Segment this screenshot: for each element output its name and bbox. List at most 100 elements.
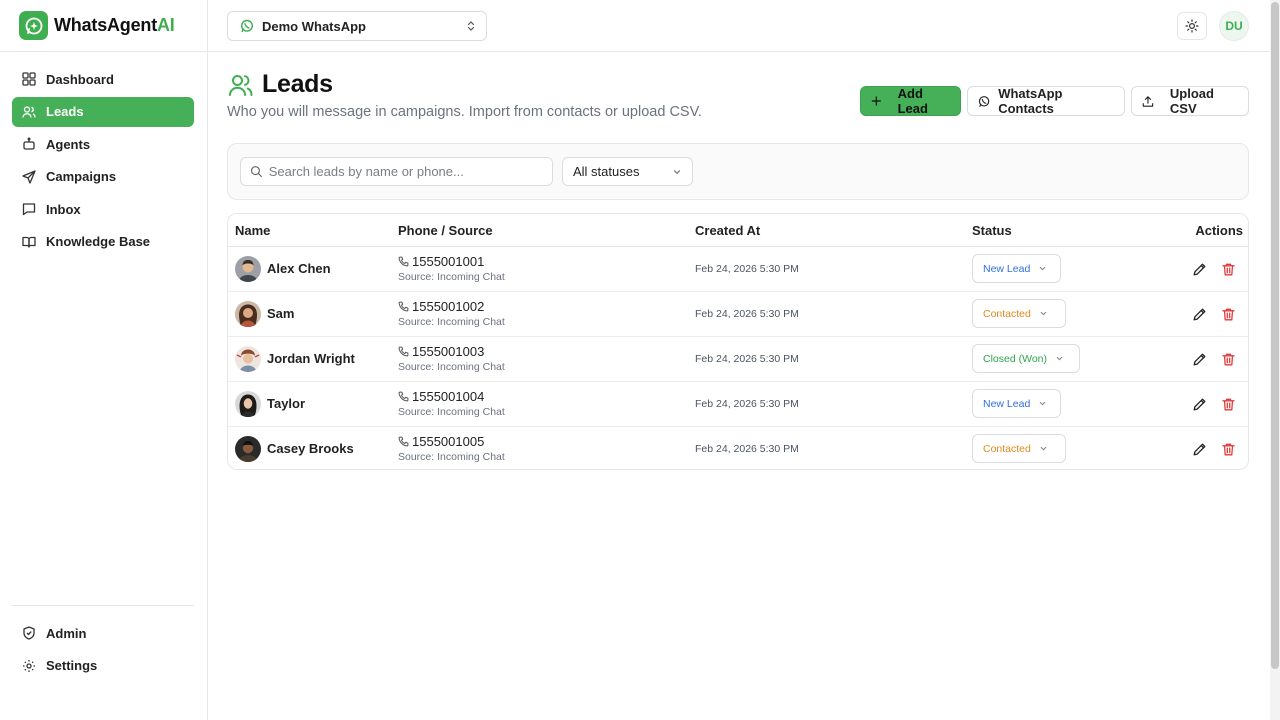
lead-status-select[interactable]: New Lead — [972, 389, 1061, 418]
book-icon — [22, 236, 36, 248]
whatsapp-contacts-button[interactable]: WhatsApp Contacts — [967, 86, 1125, 116]
workspace-select[interactable]: Demo WhatsApp — [227, 11, 487, 41]
chevron-down-icon — [1039, 401, 1046, 406]
upload-icon — [1142, 95, 1154, 107]
brand[interactable]: WhatsAgentAI — [19, 11, 175, 40]
sidebar-bottom-nav: Admin Settings — [12, 618, 194, 683]
lead-name[interactable]: Jordan Wright — [267, 351, 355, 366]
search-field[interactable] — [240, 157, 553, 186]
page-header: Leads — [228, 70, 333, 99]
sidebar: WhatsAgentAI Dashboard Leads Agents Camp… — [0, 0, 208, 720]
delete-icon[interactable] — [1221, 397, 1236, 412]
sidebar-item-agents[interactable]: Agents — [12, 129, 194, 159]
dashboard-icon — [22, 72, 36, 86]
sidebar-item-label: Settings — [46, 658, 98, 673]
sidebar-item-admin[interactable]: Admin — [12, 618, 194, 648]
bot-icon — [23, 137, 35, 150]
lead-source: Source: Incoming Chat — [398, 406, 505, 418]
chevron-down-icon — [1056, 356, 1063, 361]
chevron-down-icon — [673, 169, 681, 174]
lead-phone-number: 1555001001 — [412, 254, 485, 269]
delete-icon[interactable] — [1221, 352, 1236, 367]
theme-toggle-button[interactable] — [1177, 12, 1207, 40]
upload-csv-label: Upload CSV — [1169, 86, 1214, 116]
delete-icon[interactable] — [1221, 262, 1236, 277]
table-row[interactable]: Taylor 1555001004 Source: Incoming Chat … — [228, 382, 1248, 427]
lead-phone-number: 1555001004 — [412, 389, 485, 404]
lead-name[interactable]: Alex Chen — [267, 261, 331, 276]
sidebar-nav: Dashboard Leads Agents Campaigns Inbox K… — [12, 64, 194, 259]
edit-icon[interactable] — [1192, 307, 1207, 322]
table-row[interactable]: Sam 1555001002 Source: Incoming Chat Feb… — [228, 292, 1248, 337]
sidebar-item-campaigns[interactable]: Campaigns — [12, 162, 194, 192]
lead-phone-number: 1555001002 — [412, 299, 485, 314]
edit-icon[interactable] — [1192, 397, 1207, 412]
lead-name[interactable]: Sam — [267, 306, 294, 321]
user-avatar[interactable]: DU — [1219, 11, 1249, 41]
table-row[interactable]: Jordan Wright 1555001003 Source: Incomin… — [228, 337, 1248, 382]
status-filter-select[interactable]: All statuses — [562, 157, 693, 186]
search-icon — [250, 166, 262, 178]
whatsapp-icon — [978, 95, 990, 107]
lead-source: Source: Incoming Chat — [398, 361, 505, 373]
column-header-name[interactable]: Name — [235, 223, 270, 238]
search-input[interactable] — [268, 164, 543, 179]
users-icon — [22, 105, 36, 118]
status-filter-value: All statuses — [573, 164, 640, 179]
scrollbar-thumb[interactable] — [1271, 2, 1279, 669]
edit-icon[interactable] — [1192, 352, 1207, 367]
lead-created-at: Feb 24, 2026 5:30 PM — [695, 263, 799, 275]
sidebar-item-label: Inbox — [46, 201, 81, 217]
lead-phone: 1555001003 — [398, 344, 484, 359]
avatar — [235, 256, 261, 282]
sidebar-item-knowledge-base[interactable]: Knowledge Base — [12, 227, 194, 257]
delete-icon[interactable] — [1221, 442, 1236, 457]
lead-created-at: Feb 24, 2026 5:30 PM — [695, 398, 799, 410]
phone-icon — [398, 436, 409, 447]
lead-phone: 1555001002 — [398, 299, 484, 314]
chevron-down-icon — [1040, 446, 1047, 451]
lead-name[interactable]: Taylor — [267, 396, 305, 411]
lead-status-value: Contacted — [983, 307, 1031, 320]
brand-name: WhatsAgentAI — [54, 15, 175, 35]
sidebar-item-settings[interactable]: Settings — [12, 651, 194, 681]
table-header: Name Phone / Source Created At Status Ac… — [228, 214, 1248, 247]
column-header-phone[interactable]: Phone / Source — [398, 223, 493, 238]
lead-status-select[interactable]: Contacted — [972, 299, 1066, 328]
lead-created-at: Feb 24, 2026 5:30 PM — [695, 353, 799, 365]
lead-status-select[interactable]: New Lead — [972, 254, 1061, 283]
table-row[interactable]: Casey Brooks 1555001005 Source: Incoming… — [228, 427, 1248, 469]
edit-icon[interactable] — [1192, 262, 1207, 277]
page-subtitle: Who you will message in campaigns. Impor… — [227, 104, 702, 120]
message-icon — [22, 203, 36, 216]
lead-phone-number: 1555001003 — [412, 344, 485, 359]
column-header-status[interactable]: Status — [972, 223, 1012, 238]
table-row[interactable]: Alex Chen 1555001001 Source: Incoming Ch… — [228, 247, 1248, 292]
column-header-created[interactable]: Created At — [695, 223, 760, 238]
sidebar-item-dashboard[interactable]: Dashboard — [12, 64, 194, 94]
avatar — [235, 391, 261, 417]
lead-status-select[interactable]: Closed (Won) — [972, 344, 1080, 373]
users-icon — [229, 74, 253, 96]
lead-phone: 1555001004 — [398, 389, 484, 404]
sidebar-item-label: Agents — [46, 136, 91, 152]
send-icon — [22, 169, 36, 184]
phone-icon — [398, 391, 409, 402]
lead-name[interactable]: Casey Brooks — [267, 441, 354, 456]
lead-status-value: Contacted — [983, 442, 1031, 455]
add-lead-button[interactable]: Add Lead — [860, 86, 961, 116]
avatar — [235, 436, 261, 462]
sidebar-item-inbox[interactable]: Inbox — [12, 194, 194, 224]
delete-icon[interactable] — [1221, 307, 1236, 322]
edit-icon[interactable] — [1192, 442, 1207, 457]
lead-status-value: Closed (Won) — [983, 352, 1047, 365]
lead-created-at: Feb 24, 2026 5:30 PM — [695, 308, 799, 320]
brand-logo-icon — [19, 11, 48, 40]
lead-source: Source: Incoming Chat — [398, 316, 505, 328]
sidebar-bottom-divider — [12, 605, 194, 606]
upload-csv-button[interactable]: Upload CSV — [1131, 86, 1249, 116]
lead-status-select[interactable]: Contacted — [972, 434, 1066, 463]
phone-icon — [398, 301, 409, 312]
lead-source: Source: Incoming Chat — [398, 451, 505, 463]
sidebar-item-leads[interactable]: Leads — [12, 96, 194, 127]
